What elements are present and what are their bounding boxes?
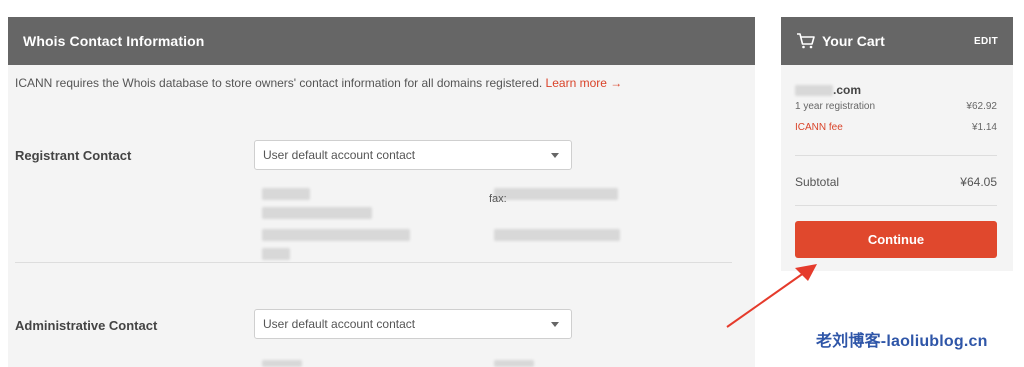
watermark: 老刘博客-laoliublog.cn [816, 333, 988, 350]
annotation-arrow-icon [726, 264, 817, 328]
